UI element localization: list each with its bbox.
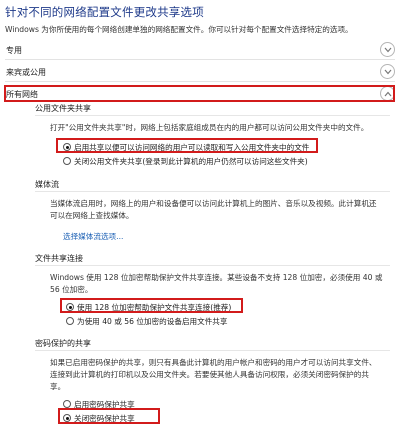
password-sharing-description-3: 享。	[50, 382, 66, 391]
chevron-down-icon[interactable]	[380, 42, 395, 57]
password-sharing-description-2: 连接到此计算机的打印机以及公用文件夹。若要使其他人具备访问权限，必须关闭密码保护…	[50, 370, 369, 379]
divider	[35, 115, 390, 116]
all-networks-highlight	[4, 85, 395, 102]
media-streaming-options-link[interactable]: 选择媒体流选项...	[63, 231, 123, 242]
profile-guest-public-row[interactable]: 来宾或公用	[5, 64, 395, 82]
profile-private-label: 专用	[6, 46, 22, 55]
radio-unselected[interactable]	[63, 400, 71, 408]
file-sharing-connections-heading: 文件共享连接	[35, 254, 83, 263]
public-folder-sharing-description: 打开"公用文件夹共享"时，网络上包括家庭组成员在内的用户都可以访问公用文件夹中的…	[50, 123, 369, 132]
password-sharing-heading: 密码保护的共享	[35, 339, 91, 348]
password-sharing-description-1: 如果已启用密码保护的共享，则只有具备此计算机的用户帐户和密码的用户才可以访问共享…	[50, 358, 377, 367]
encryption-40-56-label: 为使用 40 或 56 位加密的设备启用文件共享	[77, 317, 228, 326]
radio-unselected[interactable]	[66, 317, 74, 325]
password-sharing-highlight	[58, 408, 160, 424]
chevron-down-icon[interactable]	[380, 64, 395, 79]
public-folder-sharing-heading: 公用文件夹共享	[35, 104, 91, 113]
public-sharing-off-option[interactable]: 关闭公用文件夹共享(登录到此计算机的用户仍然可以访问这些文件夹)	[63, 156, 308, 167]
page-intro: Windows 为你所使用的每个网络创建单独的网络配置文件。你可以针对每个配置文…	[5, 25, 353, 34]
divider	[35, 265, 390, 266]
file-sharing-description-1: Windows 使用 128 位加密帮助保护文件共享连接。某些设备不支持 128…	[50, 273, 383, 282]
public-sharing-highlight	[56, 138, 318, 153]
radio-unselected[interactable]	[63, 157, 71, 165]
divider	[35, 191, 390, 192]
encryption-40-56-option[interactable]: 为使用 40 或 56 位加密的设备启用文件共享	[66, 316, 227, 327]
encryption-highlight	[60, 298, 243, 313]
file-sharing-description-2: 56 位加密。	[50, 285, 93, 294]
media-streaming-description-1: 当媒体流启用时，网络上的用户和设备便可以访问此计算机上的图片、音乐以及视频。此计…	[50, 199, 377, 208]
page-title: 针对不同的网络配置文件更改共享选项	[5, 5, 204, 19]
media-streaming-description-2: 可以在网络上查找媒体。	[50, 211, 134, 220]
divider	[35, 350, 390, 351]
media-streaming-heading: 媒体流	[35, 180, 59, 189]
profile-guest-public-label: 来宾或公用	[6, 68, 46, 77]
profile-private-row[interactable]: 专用	[5, 42, 395, 60]
public-sharing-off-label: 关闭公用文件夹共享(登录到此计算机的用户仍然可以访问这些文件夹)	[74, 157, 308, 166]
